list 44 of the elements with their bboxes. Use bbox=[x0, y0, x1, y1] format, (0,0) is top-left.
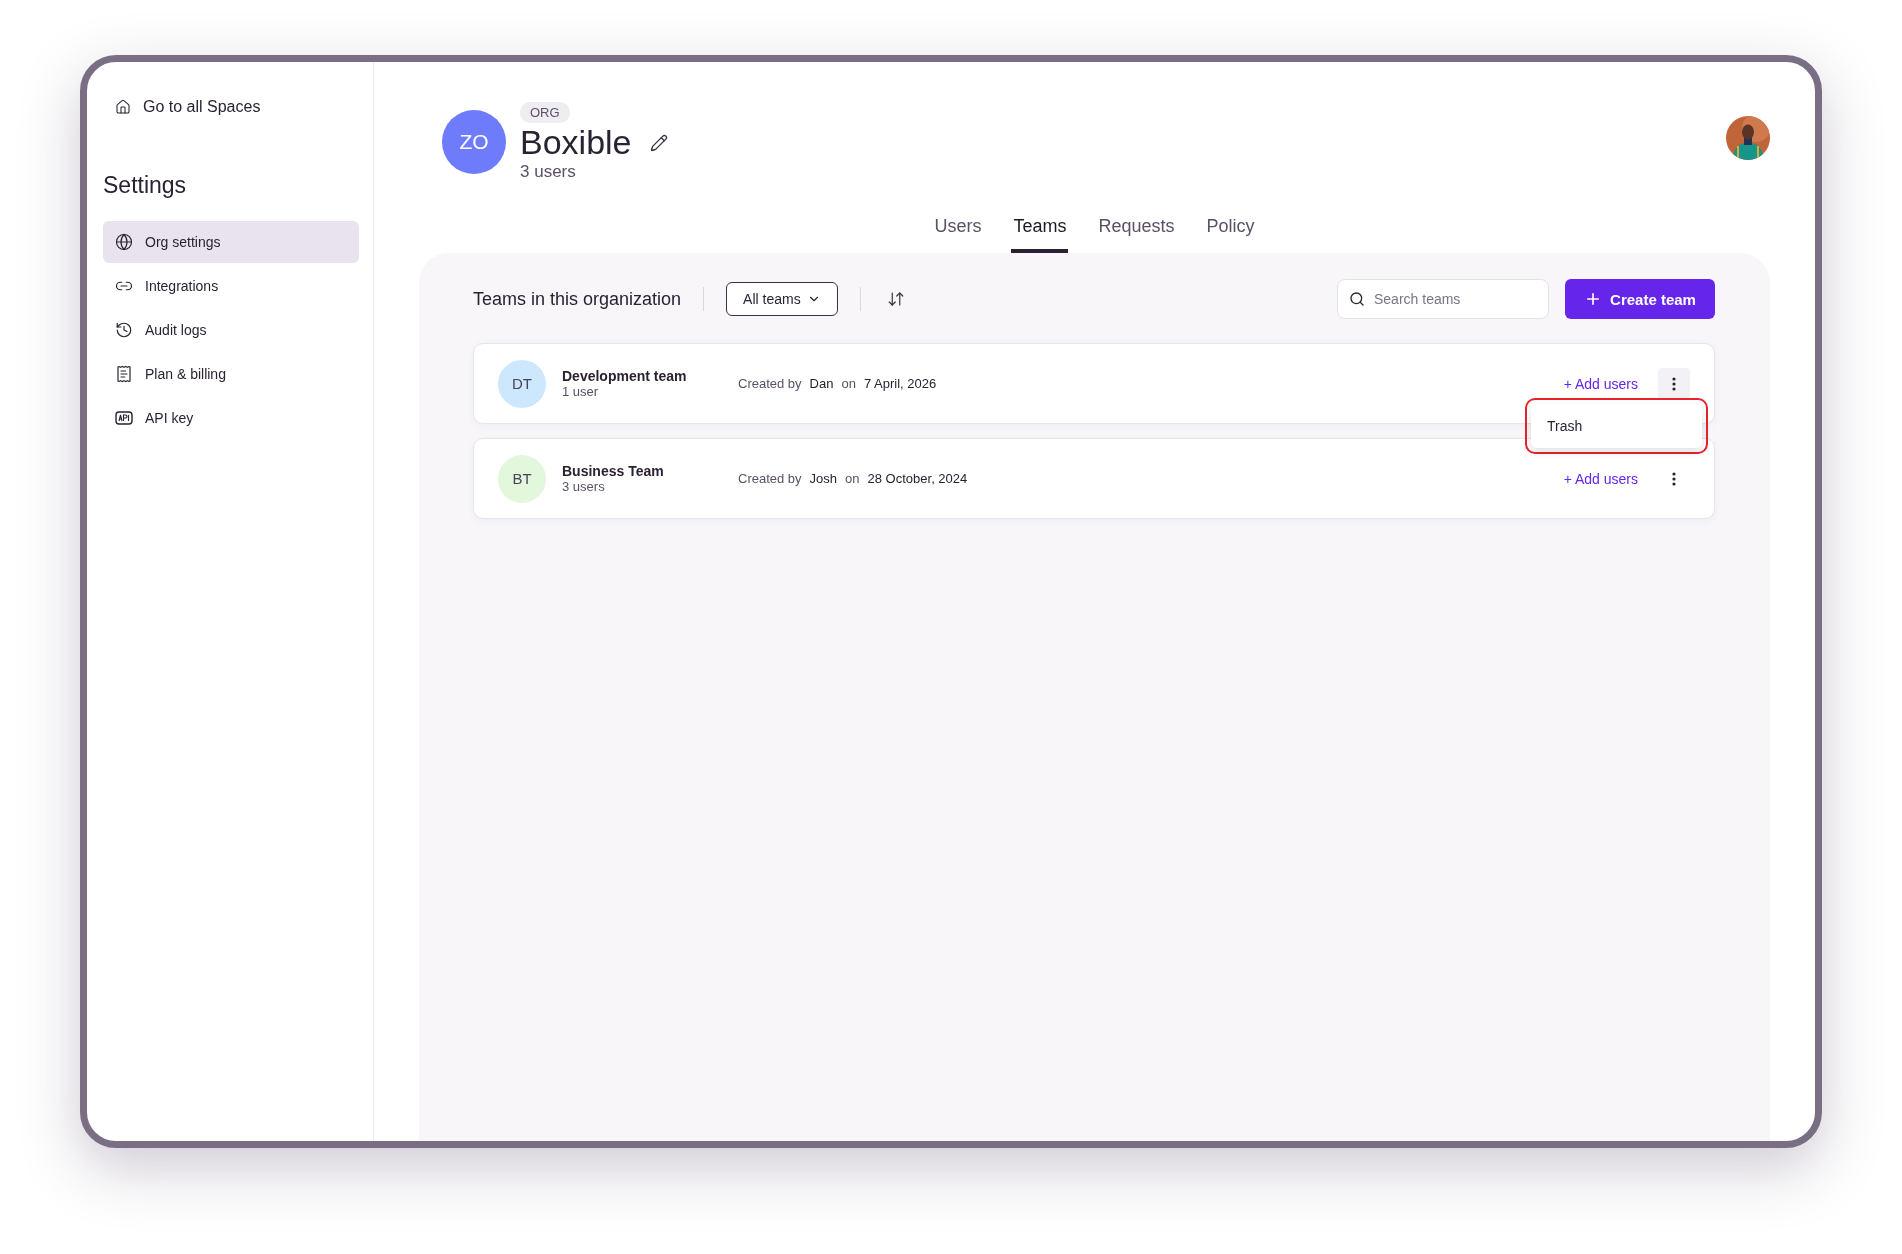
search-field[interactable]: Search teams bbox=[1337, 279, 1549, 319]
created-by-label: Created by bbox=[738, 471, 802, 486]
create-team-button[interactable]: Create team bbox=[1565, 279, 1715, 319]
more-vertical-icon bbox=[1672, 471, 1676, 486]
team-name: Business Team bbox=[562, 463, 665, 479]
org-badge: ORG bbox=[520, 102, 570, 123]
back-link[interactable]: Go to all Spaces bbox=[103, 98, 359, 116]
org-user-count: 3 users bbox=[520, 162, 576, 182]
search-icon bbox=[1349, 291, 1365, 307]
org-name: Boxible bbox=[520, 123, 632, 162]
tab[interactable]: Requests bbox=[1096, 216, 1177, 253]
sidebar-title: Settings bbox=[103, 172, 188, 199]
created-date: 28 October, 2024 bbox=[867, 471, 968, 486]
sidebar-item[interactable]: Plan & billing bbox=[103, 353, 359, 395]
sidebar-item[interactable]: Org settings bbox=[103, 221, 359, 263]
team-avatar: BT bbox=[498, 454, 546, 503]
team-avatar: DT bbox=[498, 359, 546, 408]
tab[interactable]: Policy bbox=[1204, 216, 1257, 253]
date-label: on bbox=[841, 376, 856, 391]
tab[interactable]: Users bbox=[932, 216, 984, 253]
menu-item[interactable]: Trash bbox=[1531, 410, 1702, 442]
history-icon bbox=[115, 321, 133, 339]
team-name: Development team bbox=[562, 368, 688, 384]
filter-dropdown[interactable]: All teams bbox=[726, 282, 838, 316]
receipt-icon bbox=[115, 365, 133, 383]
globe-icon bbox=[115, 233, 133, 251]
sidebar-item[interactable]: Integrations bbox=[103, 265, 359, 307]
created-by-label: Created by bbox=[738, 376, 802, 391]
sidebar-item[interactable]: API key bbox=[103, 397, 359, 439]
org-avatar: ZO bbox=[442, 110, 506, 174]
sidebar-item[interactable]: Audit logs bbox=[103, 309, 359, 351]
team-user-count: 1 user bbox=[562, 384, 600, 399]
creator-name: Dan bbox=[809, 376, 834, 391]
team-user-count: 3 users bbox=[562, 479, 606, 494]
more-options-button[interactable] bbox=[1658, 367, 1690, 400]
creator-name: Josh bbox=[809, 471, 838, 486]
section-title: Teams in this organization bbox=[473, 288, 682, 310]
created-date: 7 April, 2026 bbox=[863, 376, 937, 391]
date-label: on bbox=[845, 471, 860, 486]
add-users-link[interactable]: + Add users bbox=[1563, 470, 1638, 487]
home-icon bbox=[115, 99, 131, 115]
api-icon bbox=[115, 409, 133, 427]
add-users-link[interactable]: + Add users bbox=[1563, 375, 1638, 392]
more-vertical-icon bbox=[1672, 376, 1676, 391]
